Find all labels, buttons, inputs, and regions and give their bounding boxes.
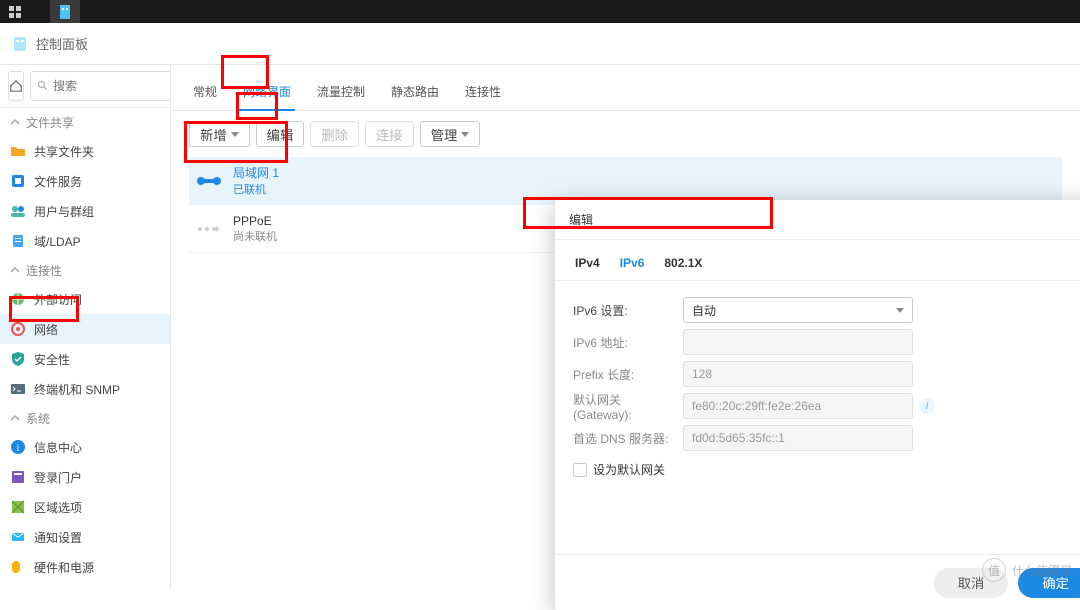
window-title-bar: 控制面板	[0, 23, 1080, 65]
app-grid-icon[interactable]	[0, 0, 30, 23]
edit-modal: 编辑 ✕ IPv4 IPv6 802.1X IPv6 设置: 自动	[555, 200, 1080, 610]
dns-label: 首选 DNS 服务器:	[573, 430, 683, 447]
tab-static-route[interactable]: 静态路由	[387, 75, 443, 110]
gateway-field: fe80::20c:29ff:fe2e:26ea	[683, 393, 913, 419]
sidebar-item-file-services[interactable]: 文件服务	[0, 166, 170, 196]
home-button[interactable]	[8, 71, 24, 101]
users-icon	[10, 203, 26, 219]
prefix-length-label: Prefix 长度:	[573, 366, 683, 383]
sidebar-item-hardware[interactable]: 硬件和电源	[0, 552, 170, 582]
sidebar-item-external-access[interactable]: 外部访问	[0, 284, 170, 314]
network-icon	[10, 321, 26, 337]
sidebar-item-ldap[interactable]: 域/LDAP	[0, 226, 170, 256]
search-box[interactable]	[30, 71, 171, 101]
fileservice-icon	[10, 173, 26, 189]
sidebar-group-label: 文件共享	[26, 114, 74, 131]
modal-tabs: IPv4 IPv6 802.1X	[555, 240, 1080, 281]
interface-name: 局域网 1	[233, 164, 279, 181]
sidebar-item-shared-folders[interactable]: 共享文件夹	[0, 136, 170, 166]
portal-icon	[10, 469, 26, 485]
sidebar-item-info-center[interactable]: i信息中心	[0, 432, 170, 462]
shield-icon	[10, 351, 26, 367]
interface-status: 尚未联机	[233, 228, 277, 244]
dns-field: fd0d:5d65:35fc::1	[683, 425, 913, 451]
edit-button[interactable]: 编辑	[256, 121, 305, 147]
modal-tab-ipv4[interactable]: IPv4	[573, 250, 602, 280]
lan-icon	[197, 175, 221, 187]
ipv6-address-label: IPv6 地址:	[573, 334, 683, 351]
interface-status: 已联机	[233, 181, 279, 197]
toolbar: 新增 编辑 删除 连接 管理	[171, 111, 1080, 157]
region-icon	[10, 499, 26, 515]
chevron-down-icon	[231, 132, 239, 137]
sidebar-item-terminal-snmp[interactable]: 终端机和 SNMP	[0, 374, 170, 404]
modal-tab-ipv6[interactable]: IPv6	[618, 250, 647, 280]
ipv6-address-field	[683, 329, 913, 355]
ipv6-setting-select[interactable]: 自动	[683, 297, 913, 323]
interface-row-lan1[interactable]: 局域网 1已联机	[189, 157, 1062, 205]
sidebar-item-login-portal[interactable]: 登录门户	[0, 462, 170, 492]
sidebar-item-region[interactable]: 区域选项	[0, 492, 170, 522]
info-icon[interactable]: i	[919, 398, 935, 414]
sidebar: 文件共享 共享文件夹 文件服务 用户与群组 域/LDAP 连接性 外部访问 网络…	[0, 65, 171, 590]
sidebar-item-network[interactable]: 网络	[0, 314, 170, 344]
sidebar-group-share[interactable]: 文件共享	[0, 108, 170, 136]
taskbar	[0, 0, 1080, 23]
terminal-icon	[10, 381, 26, 397]
default-gateway-checkbox[interactable]	[573, 463, 587, 477]
sidebar-item-security[interactable]: 安全性	[0, 344, 170, 374]
search-input[interactable]	[53, 79, 171, 93]
info-icon: i	[10, 439, 26, 455]
sidebar-item-users-groups[interactable]: 用户与群组	[0, 196, 170, 226]
taskbar-app-icon[interactable]	[50, 0, 80, 23]
globe-icon	[10, 291, 26, 307]
chevron-up-icon	[10, 265, 20, 275]
svg-text:i: i	[17, 443, 20, 454]
interface-name: PPPoE	[233, 214, 277, 228]
tab-network-interface[interactable]: 网络界面	[239, 75, 295, 110]
ipv6-setting-label: IPv6 设置:	[573, 302, 683, 319]
sidebar-group-label: 系统	[26, 410, 50, 427]
connect-button: 连接	[365, 121, 414, 147]
gateway-label: 默认网关 (Gateway):	[573, 391, 683, 422]
modal-tab-8021x[interactable]: 802.1X	[662, 250, 704, 280]
sidebar-item-external-devices[interactable]: 外接设备	[0, 582, 170, 590]
default-gateway-label: 设为默认网关	[593, 461, 665, 478]
tab-general[interactable]: 常规	[189, 75, 221, 110]
control-panel-icon	[12, 36, 28, 52]
modal-title: 编辑	[569, 211, 593, 228]
add-button[interactable]: 新增	[189, 121, 250, 147]
select-value: 自动	[692, 302, 716, 319]
delete-button: 删除	[310, 121, 359, 147]
chevron-up-icon	[10, 117, 20, 127]
window-title: 控制面板	[36, 34, 88, 53]
content-tabs: 常规 网络界面 流量控制 静态路由 连接性	[171, 65, 1080, 111]
ldap-icon	[10, 233, 26, 249]
cancel-button[interactable]: 取消	[934, 568, 1009, 598]
ok-button[interactable]: 确定	[1018, 568, 1080, 598]
chevron-down-icon	[461, 132, 469, 137]
sidebar-group-conn[interactable]: 连接性	[0, 256, 170, 284]
tab-traffic[interactable]: 流量控制	[313, 75, 369, 110]
manage-button[interactable]: 管理	[420, 121, 481, 147]
hardware-icon	[10, 559, 26, 575]
content-pane: 常规 网络界面 流量控制 静态路由 连接性 新增 编辑 删除 连接 管理 局域网…	[171, 65, 1080, 590]
search-icon	[37, 80, 49, 92]
sidebar-group-sys[interactable]: 系统	[0, 404, 170, 432]
folder-icon	[10, 143, 26, 159]
sidebar-item-notification[interactable]: 通知设置	[0, 522, 170, 552]
prefix-length-field: 128	[683, 361, 913, 387]
chevron-down-icon	[896, 308, 904, 313]
chevron-up-icon	[10, 413, 20, 423]
pppoe-icon	[197, 223, 221, 235]
notify-icon	[10, 529, 26, 545]
sidebar-group-label: 连接性	[26, 262, 62, 279]
tab-connectivity[interactable]: 连接性	[461, 75, 505, 110]
